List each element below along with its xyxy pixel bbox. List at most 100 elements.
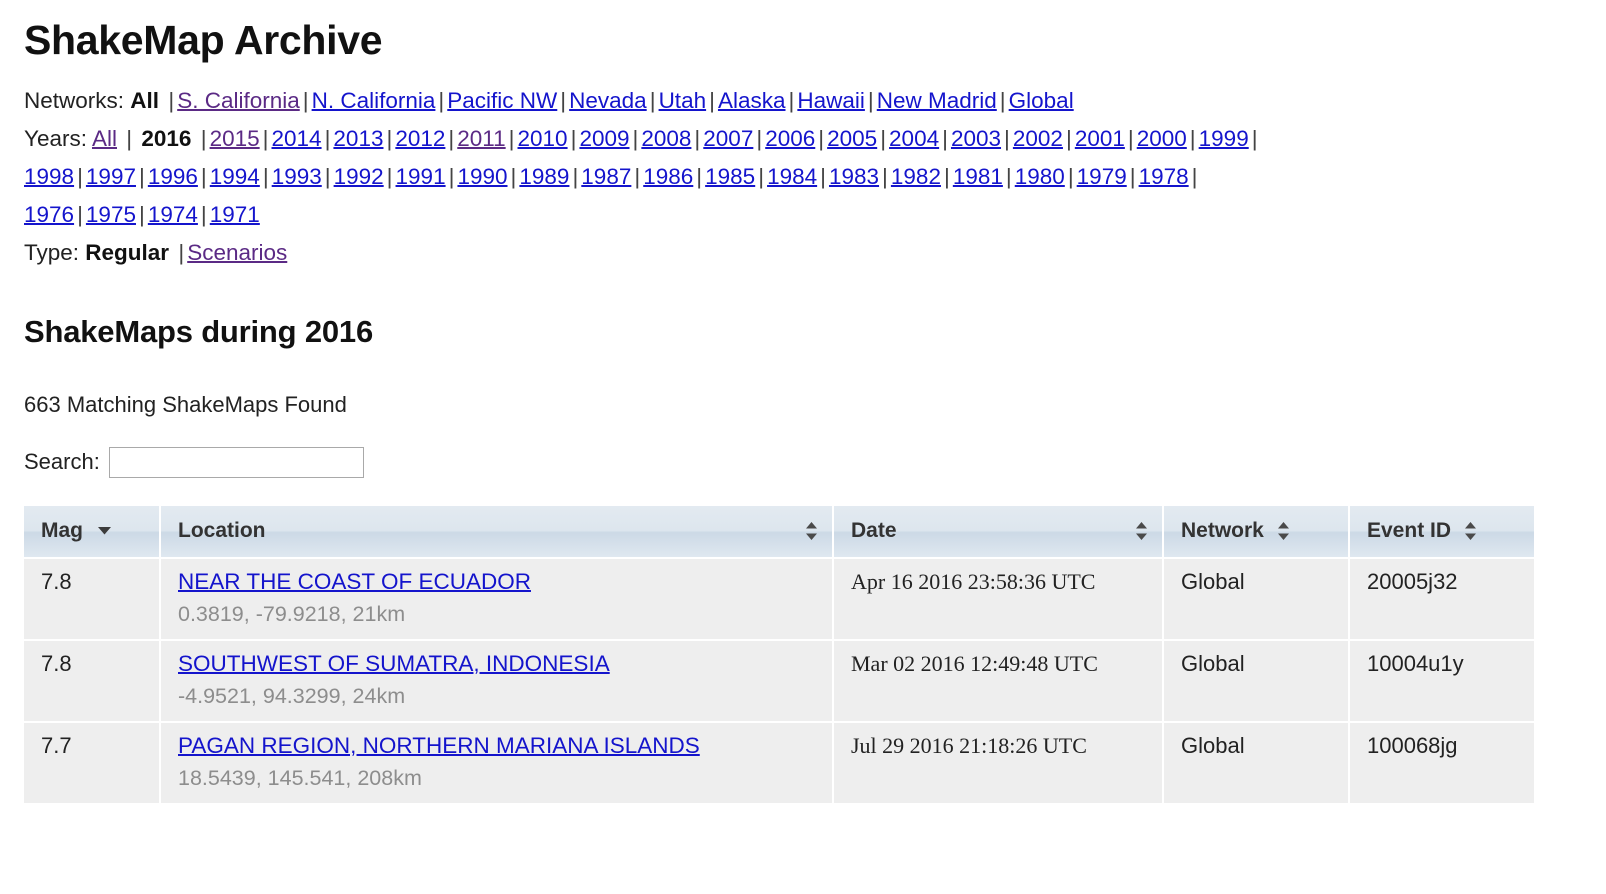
networks-current-value: All [130, 87, 160, 113]
separator: | [1005, 163, 1012, 189]
year-link-2009[interactable]: 2009 [579, 126, 629, 151]
location-link[interactable]: SOUTHWEST OF SUMATRA, INDONESIA [178, 651, 610, 676]
type-current-value: Regular [85, 239, 170, 265]
year-link-1997[interactable]: 1997 [86, 164, 136, 189]
year-link-2008[interactable]: 2008 [641, 126, 691, 151]
network-link-utah[interactable]: Utah [659, 88, 707, 113]
year-link-1984[interactable]: 1984 [767, 164, 817, 189]
year-link-1981[interactable]: 1981 [953, 164, 1003, 189]
separator: | [508, 125, 515, 151]
year-link-1980[interactable]: 1980 [1015, 164, 1065, 189]
network-link-new-madrid[interactable]: New Madrid [877, 88, 997, 113]
column-header-event-id[interactable]: Event ID [1349, 505, 1534, 559]
cell-location: NEAR THE COAST OF ECUADOR 0.3819, -79.921… [160, 557, 834, 641]
filter-bar: Networks: All | S. California | N. Californ… [24, 82, 1582, 272]
column-header-event-id-label: Event ID [1367, 518, 1452, 542]
year-link-1999[interactable]: 1999 [1199, 126, 1249, 151]
column-header-date[interactable]: Date [833, 505, 1164, 559]
type-link-scenarios[interactable]: Scenarios [187, 240, 287, 265]
year-link-2013[interactable]: 2013 [333, 126, 383, 151]
year-link-2010[interactable]: 2010 [518, 126, 568, 151]
year-link-1979[interactable]: 1979 [1077, 164, 1127, 189]
year-link-1998[interactable]: 1998 [24, 164, 74, 189]
separator: | [1004, 125, 1010, 151]
column-header-location[interactable]: Location [160, 505, 834, 559]
network-link-pacific-nw[interactable]: Pacific NW [447, 88, 557, 113]
separator: | [788, 87, 795, 113]
cell-event-id: 100068jg [1349, 721, 1534, 805]
separator: | [634, 163, 641, 189]
networks-filter-row: Networks: All | S. California | N. Californ… [24, 82, 1582, 120]
year-link-1987[interactable]: 1987 [581, 164, 631, 189]
cell-network: Global [1163, 639, 1350, 723]
year-link-2004[interactable]: 2004 [889, 126, 939, 151]
cell-magnitude: 7.8 [24, 639, 161, 723]
table-row: 7.8 SOUTHWEST OF SUMATRA, INDONESIA -4.952… [24, 639, 1534, 723]
network-link-nevada[interactable]: Nevada [569, 88, 647, 113]
separator: | [649, 87, 656, 113]
year-link-1976[interactable]: 1976 [24, 202, 74, 227]
year-link-1982[interactable]: 1982 [891, 164, 941, 189]
location-coordinates: -4.9521, 94.3299, 24km [178, 683, 406, 708]
year-link-2001[interactable]: 2001 [1075, 126, 1125, 151]
years-filter-row-1: Years: All | 2016 | 2015 | 2014 | 2013 | 2012 | 2… [24, 120, 1582, 158]
year-link-2015[interactable]: 2015 [210, 126, 260, 151]
year-link-1974[interactable]: 1974 [148, 202, 198, 227]
network-link-hawaii[interactable]: Hawaii [797, 88, 865, 113]
separator: | [1129, 163, 1136, 189]
year-link-2007[interactable]: 2007 [703, 126, 753, 151]
separator: | [262, 163, 269, 189]
year-link-1996[interactable]: 1996 [148, 164, 198, 189]
column-header-mag[interactable]: Mag [24, 505, 161, 559]
separator: | [999, 87, 1006, 113]
year-link-2003[interactable]: 2003 [951, 126, 1001, 151]
year-link-all[interactable]: All [92, 126, 117, 151]
network-link-s-california[interactable]: S. California [177, 88, 300, 113]
network-link-n-california[interactable]: N. California [312, 88, 436, 113]
location-link[interactable]: PAGAN REGION, NORTHERN MARIANA ISLANDS [178, 733, 700, 758]
separator: | [200, 201, 207, 227]
separator: | [632, 125, 639, 151]
column-header-network[interactable]: Network [1163, 505, 1350, 559]
network-link-global[interactable]: Global [1009, 88, 1074, 113]
cell-location: PAGAN REGION, NORTHERN MARIANA ISLANDS 18… [160, 721, 834, 805]
location-link[interactable]: NEAR THE COAST OF ECUADOR [178, 569, 531, 594]
separator: | [200, 163, 207, 189]
separator: | [138, 163, 145, 189]
year-link-2011[interactable]: 2011 [457, 126, 505, 151]
table-body: 7.8 NEAR THE COAST OF ECUADOR 0.3819, -79.… [24, 557, 1534, 805]
year-link-2006[interactable]: 2006 [765, 126, 815, 151]
separator: | [178, 239, 185, 265]
separator: | [943, 163, 950, 189]
year-link-1989[interactable]: 1989 [519, 164, 569, 189]
page-title: ShakeMap Archive [24, 17, 383, 63]
year-link-1971[interactable]: 1971 [210, 202, 260, 227]
separator: | [138, 201, 145, 227]
shakemap-results-table: Mag Location Date Network Event ID 7.8 N… [24, 505, 1534, 805]
cell-date: Mar 02 2016 12:49:48 UTC [833, 639, 1164, 723]
year-link-1994[interactable]: 1994 [210, 164, 260, 189]
year-link-2000[interactable]: 2000 [1137, 126, 1187, 151]
year-link-2005[interactable]: 2005 [827, 126, 877, 151]
type-label: Type: [24, 239, 80, 265]
year-link-2012[interactable]: 2012 [395, 126, 445, 151]
year-link-2002[interactable]: 2002 [1013, 126, 1063, 151]
year-link-1975[interactable]: 1975 [86, 202, 136, 227]
search-input[interactable] [108, 446, 364, 478]
separator: | [818, 125, 825, 151]
year-link-1991[interactable]: 1991 [396, 164, 446, 189]
year-link-1986[interactable]: 1986 [643, 164, 693, 189]
separator: | [942, 125, 948, 151]
separator: | [572, 163, 579, 189]
year-link-2014[interactable]: 2014 [272, 126, 322, 151]
year-link-1978[interactable]: 1978 [1139, 164, 1189, 189]
year-link-1983[interactable]: 1983 [829, 164, 879, 189]
network-link-alaska[interactable]: Alaska [718, 88, 786, 113]
year-link-1993[interactable]: 1993 [272, 164, 322, 189]
year-link-1985[interactable]: 1985 [705, 164, 755, 189]
separator: | [758, 163, 765, 189]
separator: | [560, 87, 567, 113]
year-link-1990[interactable]: 1990 [457, 164, 507, 189]
year-link-1992[interactable]: 1992 [334, 164, 384, 189]
location-coordinates: 0.3819, -79.9218, 21km [178, 601, 406, 626]
